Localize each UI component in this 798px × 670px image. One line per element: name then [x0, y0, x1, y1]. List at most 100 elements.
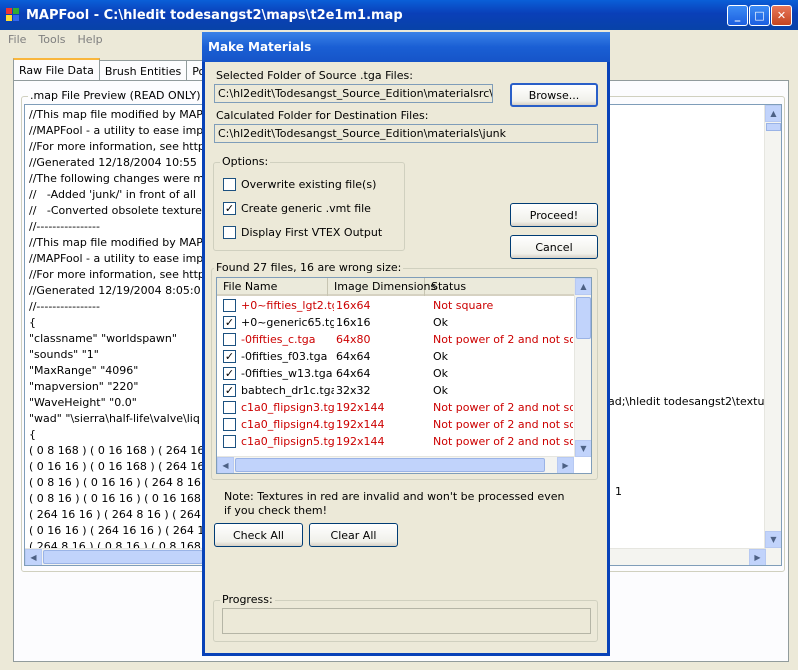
- display-vtex-checkbox[interactable]: [223, 226, 236, 239]
- col-file-name[interactable]: File Name: [217, 278, 328, 296]
- invalid-note: Note: Textures in red are invalid and wo…: [224, 490, 565, 517]
- row-checkbox[interactable]: ✓: [223, 367, 236, 380]
- h-scroll-thumb[interactable]: [43, 550, 203, 564]
- row-checkbox[interactable]: ✓: [223, 316, 236, 329]
- tab-strip: Raw File Data Brush Entities Point: [13, 58, 226, 81]
- cell-file-name: babtech_dr1c.tga: [241, 384, 334, 397]
- preview-group-label: .map File Preview (READ ONLY): [28, 89, 203, 102]
- row-checkbox[interactable]: ✓: [223, 350, 236, 363]
- dest-folder-label: Calculated Folder for Destination Files:: [216, 109, 429, 122]
- cell-status: Not power of 2 and not squ...: [433, 333, 573, 346]
- dest-folder-field: C:\hl2edit\Todesangst_Source_Edition\mat…: [214, 124, 598, 143]
- cell-dimensions: 64x64: [336, 350, 371, 363]
- cell-status: Not square: [433, 299, 494, 312]
- table-row[interactable]: -0fifties_c.tga 64x80 Not power of 2 and n…: [217, 331, 573, 348]
- preview-right-fragment: 1: [615, 485, 622, 498]
- col-image-dimensions[interactable]: Image Dimensions: [328, 278, 436, 296]
- cell-file-name: -0fifties_f03.tga: [241, 350, 328, 363]
- options-label: Options:: [220, 155, 271, 168]
- display-vtex-label[interactable]: Display First VTEX Output: [241, 226, 382, 239]
- cell-status: Ok: [433, 350, 449, 363]
- check-all-button[interactable]: Check All: [214, 523, 303, 547]
- menu-tools[interactable]: Tools: [38, 33, 65, 46]
- cell-dimensions: 64x64: [336, 367, 371, 380]
- listview-header: File Name Image Dimensions Status: [217, 278, 575, 296]
- cell-status: Not power of 2 and not squ...: [433, 401, 573, 414]
- cell-dimensions: 16x16: [336, 316, 371, 329]
- table-row[interactable]: c1a0_flipsign4.tga 192x144 Not power of 2 …: [217, 416, 573, 433]
- main-title-bar[interactable]: MAPFool - C:\hledit todesangst2\maps\t2e…: [0, 0, 798, 30]
- source-folder-field[interactable]: C:\hl2edit\Todesangst_Source_Edition\mat…: [214, 84, 493, 103]
- files-listview[interactable]: File Name Image Dimensions Status +0~fif…: [216, 277, 592, 474]
- col-status[interactable]: Status: [425, 278, 575, 296]
- row-checkbox[interactable]: [223, 418, 236, 431]
- lv-scroll-right-icon[interactable]: ▶: [557, 457, 574, 473]
- lv-h-scroll-thumb[interactable]: [235, 458, 545, 472]
- row-checkbox[interactable]: ✓: [223, 384, 236, 397]
- table-row[interactable]: ✓ -0fifties_f03.tga 64x64 Ok: [217, 348, 573, 365]
- cell-dimensions: 192x144: [336, 401, 385, 414]
- scroll-down-icon[interactable]: ▼: [765, 531, 781, 548]
- listview-horizontal-scrollbar[interactable]: ◀ ▶: [217, 456, 574, 473]
- dialog-title-bar[interactable]: Make Materials: [202, 32, 610, 62]
- proceed-button[interactable]: Proceed!: [510, 203, 598, 227]
- app-icon: [6, 8, 20, 22]
- overwrite-checkbox[interactable]: [223, 178, 236, 191]
- source-folder-label: Selected Folder of Source .tga Files:: [216, 69, 413, 82]
- row-checkbox[interactable]: [223, 333, 236, 346]
- cell-file-name: c1a0_flipsign5.tga: [241, 435, 334, 448]
- cancel-button[interactable]: Cancel: [510, 235, 598, 259]
- overwrite-label[interactable]: Overwrite existing file(s): [241, 178, 376, 191]
- row-checkbox[interactable]: [223, 401, 236, 414]
- cell-dimensions: 192x144: [336, 418, 385, 431]
- cell-file-name: c1a0_flipsign3.tga: [241, 401, 334, 414]
- lv-scroll-left-icon[interactable]: ◀: [217, 457, 234, 473]
- table-row[interactable]: ✓ -0fifties_w13.tga 64x64 Ok: [217, 365, 573, 382]
- tab-brush-entities[interactable]: Brush Entities: [98, 60, 188, 81]
- found-files-label: Found 27 files, 16 are wrong size:: [214, 261, 404, 274]
- table-row[interactable]: c1a0_flipsign3.tga 192x144 Not power of 2 …: [217, 399, 573, 416]
- cell-file-name: c1a0_flipsign4.tga: [241, 418, 334, 431]
- scroll-right-icon[interactable]: ▶: [749, 549, 766, 565]
- clear-all-button[interactable]: Clear All: [309, 523, 398, 547]
- table-row[interactable]: c1a0_flipsign5.tga 192x144 Not power of 2 …: [217, 433, 573, 450]
- listview-vertical-scrollbar[interactable]: ▲ ▼: [574, 278, 591, 457]
- cell-status: Not power of 2 and not squ...: [433, 418, 573, 431]
- preview-vertical-scrollbar[interactable]: ▲ ▼: [764, 105, 781, 565]
- tab-raw-file-data[interactable]: Raw File Data: [13, 58, 100, 81]
- minimize-button[interactable]: _: [727, 5, 748, 26]
- scroll-left-icon[interactable]: ◀: [25, 549, 42, 565]
- browse-button[interactable]: Browse...: [510, 83, 598, 107]
- generic-vmt-checkbox[interactable]: ✓: [223, 202, 236, 215]
- cell-file-name: -0fifties_c.tga: [241, 333, 316, 346]
- maximize-button[interactable]: □: [749, 5, 770, 26]
- cell-file-name: +0~fifties_lgt2.tga: [241, 299, 334, 312]
- table-row[interactable]: ✓ babtech_dr1c.tga 32x32 Ok: [217, 382, 573, 399]
- cell-status: Ok: [433, 316, 449, 329]
- lv-scroll-down-icon[interactable]: ▼: [575, 440, 591, 457]
- progress-bar: [222, 608, 591, 634]
- dialog-title: Make Materials: [208, 40, 312, 54]
- cell-file-name: -0fifties_w13.tga: [241, 367, 333, 380]
- lv-scroll-thumb[interactable]: [576, 297, 591, 339]
- cell-status: Ok: [433, 384, 449, 397]
- row-checkbox[interactable]: [223, 435, 236, 448]
- window-title: MAPFool - C:\hledit todesangst2\maps\t2e…: [26, 7, 403, 23]
- table-row[interactable]: ✓ +0~generic65.tga 16x16 Ok: [217, 314, 573, 331]
- progress-label: Progress:: [220, 593, 275, 606]
- row-checkbox[interactable]: [223, 299, 236, 312]
- cell-dimensions: 16x64: [336, 299, 371, 312]
- cell-file-name: +0~generic65.tga: [241, 316, 334, 329]
- cell-dimensions: 64x80: [336, 333, 371, 346]
- menu-help[interactable]: Help: [78, 33, 103, 46]
- menu-file[interactable]: File: [8, 33, 26, 46]
- generic-vmt-label[interactable]: Create generic .vmt file: [241, 202, 371, 215]
- cell-status: Ok: [433, 367, 449, 380]
- scroll-up-icon[interactable]: ▲: [765, 105, 781, 122]
- scroll-thumb[interactable]: [766, 123, 781, 131]
- lv-scroll-up-icon[interactable]: ▲: [575, 278, 591, 295]
- cell-status: Not power of 2 and not squ...: [433, 435, 573, 448]
- close-button[interactable]: ✕: [771, 5, 792, 26]
- table-row[interactable]: +0~fifties_lgt2.tga16x64 Not square: [217, 297, 573, 314]
- cell-dimensions: 192x144: [336, 435, 385, 448]
